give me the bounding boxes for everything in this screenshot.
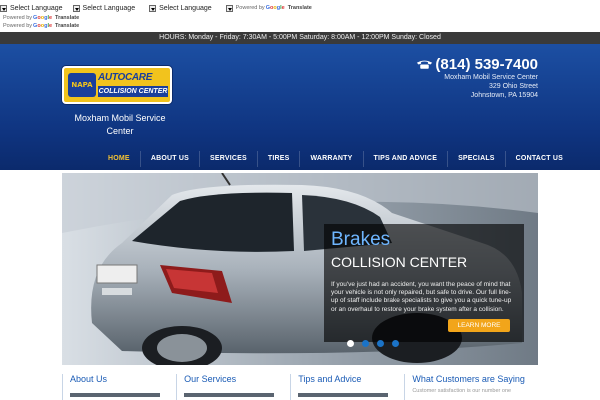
column-heading[interactable]: Tips and Advice (298, 374, 395, 384)
language-select-label: Select Language (159, 4, 212, 12)
translate-label: Translate (55, 23, 80, 29)
language-select-3[interactable]: Select Language (149, 4, 212, 12)
autocare-logo-text: AUTOCARE (98, 72, 153, 83)
google-logo: Google (33, 23, 53, 29)
column-image (298, 393, 389, 397)
phone-number[interactable]: (814) 539-7400 (416, 56, 538, 73)
column-testimonials: What Customers are Saying Customer satis… (404, 374, 538, 400)
column-our-services: Our Services (176, 374, 281, 400)
site-header: NAPA AUTOCARE COLLISION CENTER Moxham Mo… (0, 44, 600, 170)
feature-columns: About Us Our Services Tips and Advice Wh… (62, 374, 538, 400)
napa-autocare-logo[interactable]: NAPA AUTOCARE COLLISION CENTER (62, 66, 172, 104)
powered-by-google-translate[interactable]: Powered by Google Translate (236, 5, 312, 11)
powered-by-google-translate[interactable]: Powered by Google Translate (3, 15, 79, 21)
address-line-3: Johnstown, PA 15904 (470, 92, 538, 99)
nav-item-specials[interactable]: SPECIALS (448, 151, 506, 167)
chevron-down-icon (225, 4, 233, 12)
powered-by-label: Powered by (235, 5, 265, 11)
language-select-label: Select Language (82, 4, 136, 12)
slider-pagination (347, 340, 407, 347)
hero-caption-panel: Brakes COLLISION CENTER If you've just h… (324, 224, 524, 342)
napa-logo-badge: NAPA (68, 73, 96, 97)
hero-title-brakes: Brakes (331, 229, 391, 250)
address-line-2: 329 Ohio Street (488, 83, 538, 90)
column-tips-and-advice: Tips and Advice (290, 374, 395, 400)
address-line-1: Moxham Mobil Service Center (444, 74, 538, 81)
phone-number-text: (814) 539-7400 (435, 56, 538, 73)
nav-item-tires[interactable]: TIRES (258, 151, 301, 167)
column-image (184, 393, 275, 397)
google-logo: Google (265, 5, 285, 11)
chevron-down-icon (72, 4, 80, 12)
nav-item-services[interactable]: SERVICES (200, 151, 258, 167)
phone-icon (417, 60, 433, 69)
slider-dot-1[interactable] (347, 340, 354, 347)
language-select-2[interactable]: Select Language (72, 4, 136, 12)
business-hours-bar: HOURS: Monday - Friday: 7:30AM - 5:00PM … (0, 32, 600, 44)
hero-title-collision-center: COLLISION CENTER (331, 254, 468, 270)
powered-by-google-translate[interactable]: Powered by Google Translate (3, 23, 79, 29)
translate-label: Translate (55, 15, 80, 21)
testimonial-snippet: Customer satisfaction is our number one (412, 388, 512, 394)
translate-label: Translate (287, 5, 312, 11)
column-image (70, 393, 160, 397)
column-about-us: About Us (62, 374, 167, 400)
business-name: Moxham Mobil Service Center (74, 113, 166, 136)
nav-item-tips-and-advice[interactable]: TIPS AND ADVICE (364, 151, 449, 167)
powered-by-label: Powered by (3, 23, 33, 29)
language-select-row: Select Language Select Language Select L… (0, 2, 326, 14)
slider-dot-2[interactable] (362, 340, 369, 347)
collision-center-logo-text: COLLISION CENTER (98, 86, 168, 97)
chevron-down-icon (0, 4, 7, 12)
hero-description: If you've just had an accident, you want… (331, 281, 512, 313)
learn-more-button[interactable]: LEARN MORE (448, 319, 510, 332)
nav-item-contact-us[interactable]: CONTACT US (506, 151, 573, 167)
contact-block: (814) 539-7400 Moxham Mobil Service Cent… (416, 56, 538, 100)
google-logo: Google (33, 15, 53, 21)
nav-item-about-us[interactable]: ABOUT US (141, 151, 200, 167)
nav-item-warranty[interactable]: WARRANTY (300, 151, 364, 167)
chevron-down-icon (149, 4, 157, 12)
translate-bar: Select Language Select Language Select L… (0, 0, 600, 32)
hero-slider[interactable]: Brakes COLLISION CENTER If you've just h… (62, 173, 538, 365)
nav-item-home[interactable]: HOME (98, 151, 141, 167)
slider-dot-3[interactable] (377, 340, 384, 347)
column-heading[interactable]: Our Services (184, 374, 281, 384)
powered-by-label: Powered by (3, 15, 33, 21)
language-select-1[interactable]: Select Language (0, 4, 63, 12)
language-select-label: Select Language (10, 4, 63, 12)
column-heading[interactable]: About Us (70, 374, 167, 384)
slider-dot-4[interactable] (392, 340, 399, 347)
language-select-4[interactable]: Powered by Google Translate (225, 4, 312, 12)
main-nav: HOME ABOUT US SERVICES TIRES WARRANTY TI… (98, 151, 573, 167)
column-heading[interactable]: What Customers are Saying (412, 374, 538, 384)
